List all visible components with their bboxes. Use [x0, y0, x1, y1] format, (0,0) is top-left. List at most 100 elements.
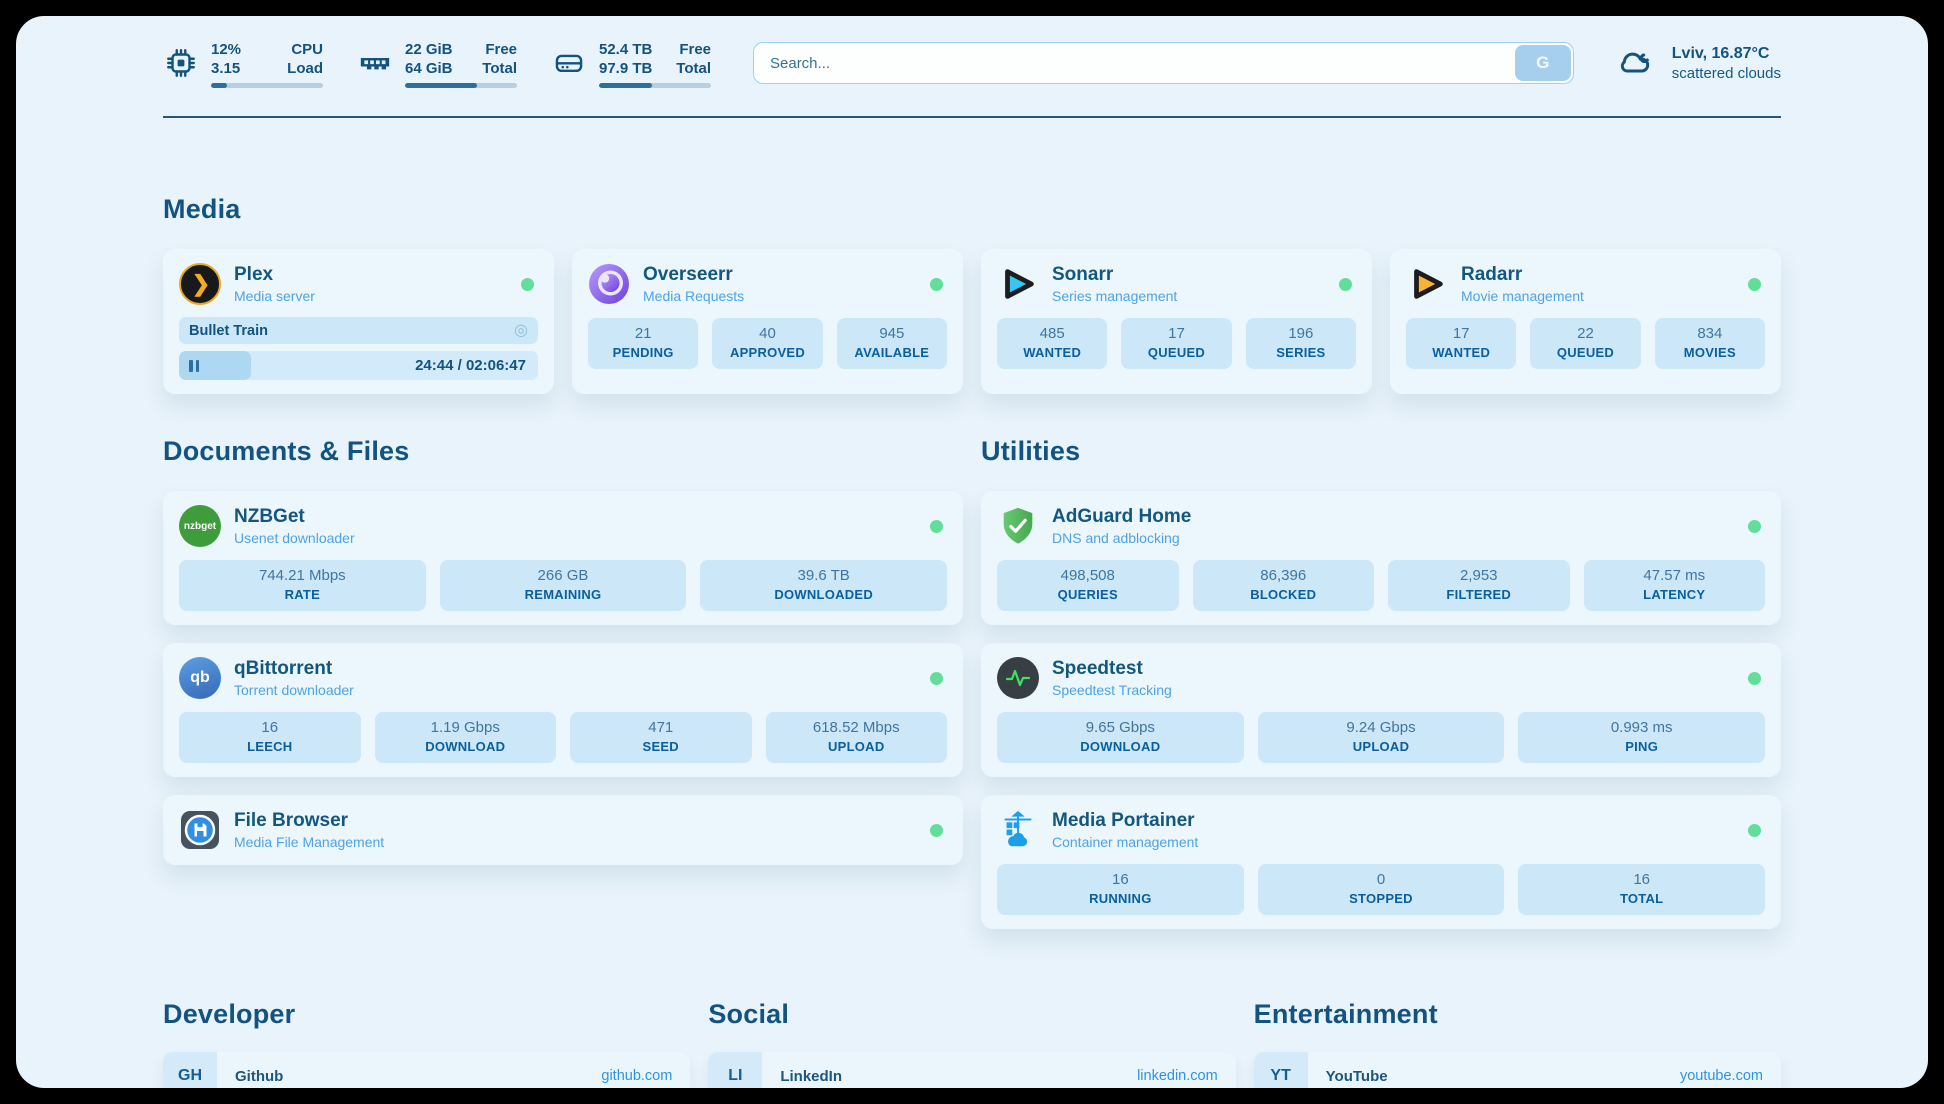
stat-chip: 1.19 Gbps DOWNLOAD [375, 712, 557, 763]
link-row-youtube[interactable]: YT YouTube youtube.com [1254, 1052, 1781, 1088]
weather-location: Lviv, 16.87°C [1672, 43, 1781, 64]
filebrowser-icon [179, 809, 221, 851]
link-abbr: YT [1254, 1052, 1308, 1088]
cloud-icon [1614, 41, 1658, 86]
stat-chip: 16 LEECH [179, 712, 361, 763]
header-divider [163, 116, 1781, 118]
service-subtitle: Series management [1052, 287, 1326, 305]
link-name: Github [235, 1068, 601, 1085]
search-bar: G [753, 42, 1574, 84]
section-title-utilities: Utilities [981, 436, 1781, 467]
search-provider-button[interactable]: G [1515, 45, 1571, 81]
ram-icon [357, 45, 393, 81]
pause-icon[interactable] [189, 360, 199, 372]
sonarr-icon [997, 263, 1039, 305]
link-url: youtube.com [1680, 1068, 1763, 1084]
memory-labels: Free Total [482, 40, 517, 78]
service-subtitle: Media server [234, 287, 508, 305]
service-title: qBittorrent [234, 657, 917, 681]
cpu-load-value: 3.15 [211, 59, 241, 78]
link-abbr: LI [708, 1052, 762, 1088]
now-playing-title: Bullet Train [189, 323, 268, 339]
cpu-labels: CPU Load [287, 40, 323, 78]
speedtest-icon [997, 657, 1039, 699]
service-title: AdGuard Home [1052, 505, 1735, 529]
playback-time: 24:44 / 02:06:47 [415, 351, 526, 380]
link-name: YouTube [1326, 1068, 1680, 1085]
status-dot [1748, 672, 1761, 685]
documents-column: Documents & Files nzbget NZBGet Usenet d… [163, 436, 963, 929]
service-title: Overseerr [643, 263, 917, 287]
stat-chip: 0.993 ms PING [1518, 712, 1765, 763]
search-input[interactable] [753, 42, 1574, 84]
stat-chip: 485 WANTED [997, 318, 1107, 369]
stat-chip: 39.6 TB DOWNLOADED [700, 560, 947, 611]
settings-icon[interactable]: ◎ [514, 323, 528, 339]
weather-widget[interactable]: Lviv, 16.87°C scattered clouds [1614, 41, 1781, 86]
stat-chip: 17 QUEUED [1121, 318, 1231, 369]
status-dot [1748, 824, 1761, 837]
utilities-column: Utilities [981, 436, 1781, 929]
disk-stat: 52.4 TB 97.9 TB Free Total [551, 38, 711, 88]
status-dot [930, 520, 943, 533]
service-card-adguard[interactable]: AdGuard Home DNS and adblocking 498,508 … [981, 491, 1781, 625]
stat-chip: 40 APPROVED [712, 318, 822, 369]
plex-icon: ❯ [179, 263, 221, 305]
service-card-qbittorrent[interactable]: qb qBittorrent Torrent downloader 16 LEE… [163, 643, 963, 777]
stat-chip: 21 PENDING [588, 318, 698, 369]
stat-chip: 471 SEED [570, 712, 752, 763]
stat-chip: 834 MOVIES [1655, 318, 1765, 369]
portainer-icon [997, 809, 1039, 851]
section-title-media: Media [163, 194, 1781, 225]
adguard-icon [997, 505, 1039, 547]
media-card-grid: ❯ Plex Media server Bullet Train ◎ 24:44… [163, 249, 1781, 394]
disk-values: 52.4 TB 97.9 TB [599, 40, 652, 78]
section-title-entertainment: Entertainment [1254, 999, 1781, 1030]
stat-chip: 16 RUNNING [997, 864, 1244, 915]
qbittorrent-icon: qb [179, 657, 221, 699]
service-subtitle: Usenet downloader [234, 529, 917, 547]
dashboard-page: 12% 3.15 CPU Load [16, 16, 1928, 1088]
section-title-developer: Developer [163, 999, 690, 1030]
stat-chip: 9.65 Gbps DOWNLOAD [997, 712, 1244, 763]
cpu-values: 12% 3.15 [211, 40, 241, 78]
stat-chip: 16 TOTAL [1518, 864, 1765, 915]
service-card-sonarr[interactable]: Sonarr Series management 485 WANTED 17 Q… [981, 249, 1372, 394]
stat-chip: 0 STOPPED [1258, 864, 1505, 915]
service-card-plex[interactable]: ❯ Plex Media server Bullet Train ◎ 24:44… [163, 249, 554, 394]
service-card-portainer[interactable]: Media Portainer Container management 16 … [981, 795, 1781, 929]
service-card-filebrowser[interactable]: File Browser Media File Management [163, 795, 963, 865]
service-title: Radarr [1461, 263, 1735, 287]
stat-chip: 86,396 BLOCKED [1193, 560, 1375, 611]
link-row-github[interactable]: GH Github github.com [163, 1052, 690, 1088]
cpu-percent: 12% [211, 40, 241, 59]
overseerr-icon [588, 263, 630, 305]
status-dot [1748, 278, 1761, 291]
stat-chip: 22 QUEUED [1530, 318, 1640, 369]
service-subtitle: DNS and adblocking [1052, 529, 1735, 547]
service-card-nzbget[interactable]: nzbget NZBGet Usenet downloader 744.21 M… [163, 491, 963, 625]
service-title: NZBGet [234, 505, 917, 529]
disk-labels: Free Total [676, 40, 711, 78]
service-card-radarr[interactable]: Radarr Movie management 17 WANTED 22 QUE… [1390, 249, 1781, 394]
nzbget-icon: nzbget [179, 505, 221, 547]
stat-chip: 9.24 Gbps UPLOAD [1258, 712, 1505, 763]
service-card-speedtest[interactable]: Speedtest Speedtest Tracking 9.65 Gbps D… [981, 643, 1781, 777]
radarr-icon [1406, 263, 1448, 305]
status-dot [1748, 520, 1761, 533]
disk-icon [551, 45, 587, 81]
stat-chip: 196 SERIES [1246, 318, 1356, 369]
link-url: linkedin.com [1137, 1068, 1218, 1084]
stat-chip: 2,953 FILTERED [1388, 560, 1570, 611]
link-row-linkedin[interactable]: LI LinkedIn linkedin.com [708, 1052, 1235, 1088]
status-dot [930, 824, 943, 837]
service-card-overseerr[interactable]: Overseerr Media Requests 21 PENDING 40 A… [572, 249, 963, 394]
service-subtitle: Media File Management [234, 833, 917, 851]
service-subtitle: Speedtest Tracking [1052, 681, 1735, 699]
links-column-developer: Developer GH Github github.com SO StackO… [163, 999, 690, 1088]
links-column-entertainment: Entertainment YT YouTube youtube.com NF … [1254, 999, 1781, 1088]
stat-chip: 17 WANTED [1406, 318, 1516, 369]
service-subtitle: Movie management [1461, 287, 1735, 305]
system-stats: 12% 3.15 CPU Load [163, 38, 711, 88]
disk-progress-bar [599, 83, 711, 88]
